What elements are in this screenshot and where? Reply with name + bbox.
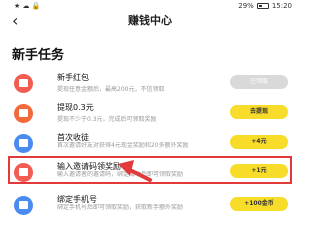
task-withdraw[interactable]: 提现0.3元 提现不少于0.3元，完成后可领取奖励 去提现 <box>0 100 300 130</box>
task-title: 提现0.3元 <box>57 103 94 112</box>
highlight-box <box>8 156 292 184</box>
task-title: 新手红包 <box>57 73 89 82</box>
header: ‹ 赚钱中心 <box>0 12 300 30</box>
section-title: 新手任务 <box>12 48 65 63</box>
task-go-withdraw-button[interactable]: 去提现 <box>230 105 288 119</box>
screen: ★ ☁ 🔒 29% 15:20 ‹ 赚钱中心 新手任务 新手红包 提现任意金额后… <box>0 0 300 225</box>
clock: 15:20 <box>271 2 292 10</box>
battery-icon <box>256 3 269 9</box>
task-desc: 绑定手机号后即可领取奖励，获取新手额外奖励 <box>57 204 184 211</box>
task-desc: 提现任意金额后，最高200元，不信领取 <box>57 86 165 93</box>
task-desc: 提现不少于0.3元，完成后可领取奖励 <box>57 116 157 123</box>
page-title: 赚钱中心 <box>128 14 172 27</box>
task-bind-phone[interactable]: 绑定手机号 绑定手机号后即可领取奖励，获取新手额外奖励 +100金币 <box>0 192 300 222</box>
task-new-user-red-packet[interactable]: 新手红包 提现任意金额后，最高200元，不信领取 已领取 <box>0 70 300 100</box>
red-packet-icon <box>14 74 33 93</box>
task-reward-button[interactable]: +4元 <box>230 135 288 149</box>
add-user-icon <box>14 134 33 153</box>
status-bar: ★ ☁ 🔒 29% 15:20 <box>0 0 300 12</box>
phone-icon <box>14 196 33 215</box>
wallet-icon <box>14 104 33 123</box>
status-icons-right: 29% 15:20 <box>238 0 292 12</box>
battery-percent: 29% <box>238 2 254 10</box>
task-reward-button[interactable]: +100金币 <box>230 197 288 211</box>
task-claimed-button[interactable]: 已领取 <box>230 75 288 89</box>
